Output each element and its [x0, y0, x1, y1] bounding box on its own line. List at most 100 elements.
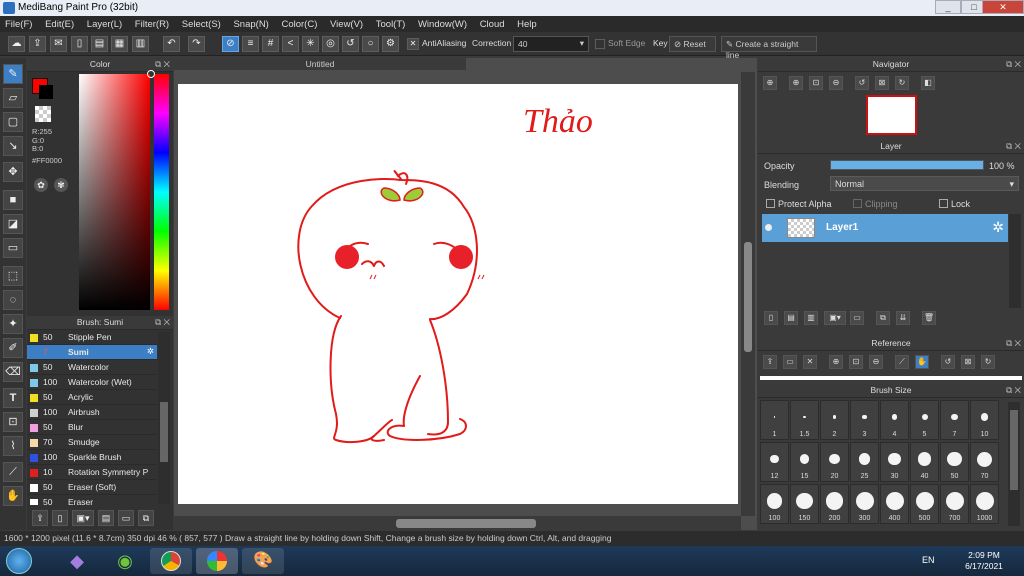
brush-size-cell[interactable]: 15: [790, 442, 819, 482]
brush-size-cell[interactable]: 4: [880, 400, 909, 440]
menu-snap[interactable]: Snap(N): [228, 16, 273, 30]
brush-size-cell[interactable]: 200: [820, 484, 849, 524]
panel-close-icon[interactable]: ⧉ ✕: [1006, 140, 1021, 153]
dot-tool-icon[interactable]: ▢: [3, 112, 23, 132]
move-tool-icon[interactable]: ✥: [3, 162, 23, 182]
language-indicator[interactable]: EN: [922, 555, 935, 565]
menu-filter[interactable]: Filter(R): [130, 16, 174, 30]
brush-size-cell[interactable]: 25: [850, 442, 879, 482]
upload-icon[interactable]: ⇪: [763, 355, 777, 369]
cloud-icon[interactable]: ☁: [8, 36, 25, 52]
brush-size-cell[interactable]: 1000: [970, 484, 999, 524]
vertical-scrollbar[interactable]: [741, 72, 755, 516]
rotate-right-icon[interactable]: ↻: [981, 355, 995, 369]
magic-wand-tool-icon[interactable]: ✦: [3, 314, 23, 334]
eraser-tool-icon[interactable]: ▱: [3, 88, 23, 108]
parallel-snap-icon[interactable]: ≡: [242, 36, 259, 52]
fit-icon[interactable]: ⊡: [809, 76, 823, 90]
select-pen-tool-icon[interactable]: ✐: [3, 338, 23, 358]
saturation-value-picker[interactable]: [79, 74, 150, 310]
brush-list-scrollbar[interactable]: [158, 332, 170, 504]
start-button[interactable]: [6, 548, 32, 574]
visual-studio-icon[interactable]: ◆: [56, 548, 98, 574]
new-brush-icon[interactable]: ▯: [52, 510, 68, 526]
rotate-right-icon[interactable]: ↻: [895, 76, 909, 90]
reset-rotation-icon[interactable]: ⊠: [961, 355, 975, 369]
zoom-out-icon[interactable]: ⊖: [829, 76, 843, 90]
brush-size-cell[interactable]: 400: [880, 484, 909, 524]
bucket-tool-icon[interactable]: ◪: [3, 214, 23, 234]
brush-size-cell[interactable]: 150: [790, 484, 819, 524]
perspective-snap-icon[interactable]: <: [282, 36, 299, 52]
snap-off-icon[interactable]: ⊘: [222, 36, 239, 52]
delete-layer-icon[interactable]: 🗑: [922, 311, 936, 325]
panel-close-icon[interactable]: ⧉ ✕: [1006, 337, 1021, 350]
export-icon[interactable]: ▦: [111, 36, 128, 52]
fit-icon[interactable]: ⊡: [849, 355, 863, 369]
brush-size-cell[interactable]: 1.5: [790, 400, 819, 440]
brush-item[interactable]: 7 Sumi ✲: [27, 345, 157, 360]
menu-tool[interactable]: Tool(T): [371, 16, 411, 30]
opacity-slider[interactable]: [830, 160, 984, 170]
brush-size-cell[interactable]: 500: [910, 484, 939, 524]
lock-checkbox[interactable]: [939, 199, 948, 208]
brush-settings-icon[interactable]: ✲: [147, 346, 154, 357]
menu-view[interactable]: View(V): [325, 16, 368, 30]
save-icon[interactable]: ▤: [91, 36, 108, 52]
rotate-left-icon[interactable]: ↺: [941, 355, 955, 369]
lasso-tool-icon[interactable]: ◌: [3, 290, 23, 310]
brush-item[interactable]: 50 Stipple Pen: [27, 330, 157, 345]
brush-size-cell[interactable]: 70: [970, 442, 999, 482]
menu-cloud[interactable]: Cloud: [475, 16, 510, 30]
scrollbar-thumb[interactable]: [160, 402, 168, 462]
clipping-checkbox[interactable]: [853, 199, 862, 208]
brush-size-cell[interactable]: 30: [880, 442, 909, 482]
panel-close-icon[interactable]: ⧉ ✕: [155, 58, 170, 71]
close-button[interactable]: ✕: [982, 0, 1024, 14]
zoom-in-icon[interactable]: ⊕: [763, 76, 777, 90]
brush-size-cell[interactable]: 50: [940, 442, 969, 482]
gradient-tool-icon[interactable]: ▭: [3, 238, 23, 258]
add-brush-icon[interactable]: ⇪: [32, 510, 48, 526]
brush-item[interactable]: 50 Blur: [27, 420, 157, 435]
share-icon[interactable]: ⇪: [29, 36, 46, 52]
fill-tool-icon[interactable]: ■: [3, 190, 23, 210]
menu-layer[interactable]: Layer(L): [82, 16, 127, 30]
scrollbar-thumb[interactable]: [1010, 410, 1018, 490]
add-layer-menu-icon[interactable]: ▣▾: [824, 311, 846, 325]
brush-size-cell[interactable]: 300: [850, 484, 879, 524]
transparent-swatch[interactable]: [35, 106, 51, 122]
brush-item[interactable]: 10 Rotation Symmetry P: [27, 465, 157, 480]
hand-icon[interactable]: ✋: [915, 355, 929, 369]
brush-item[interactable]: 50 Eraser: [27, 495, 157, 505]
folder-icon[interactable]: ▭: [850, 311, 864, 325]
brush-size-cell[interactable]: 1: [760, 400, 789, 440]
menu-edit[interactable]: Edit(E): [40, 16, 79, 30]
grid-snap-icon[interactable]: #: [262, 36, 279, 52]
layer-scrollbar[interactable]: [1009, 214, 1021, 308]
comment-icon[interactable]: ✉: [50, 36, 67, 52]
new-file-icon[interactable]: ▯: [71, 36, 88, 52]
reset-rotation-icon[interactable]: ⊠: [875, 76, 889, 90]
protect-alpha-checkbox[interactable]: [766, 199, 775, 208]
duplicate-layer-icon[interactable]: ⧉: [876, 311, 890, 325]
copy-brush-icon[interactable]: ▤: [98, 510, 114, 526]
eyedropper-icon[interactable]: ⟋: [3, 462, 23, 482]
layer-settings-icon[interactable]: ✲: [992, 219, 1004, 236]
medibang-task-icon[interactable]: [196, 548, 238, 574]
eyedropper-tool-icon[interactable]: ⌇: [3, 436, 23, 456]
minimize-button[interactable]: _: [935, 0, 961, 14]
color-picker-icon[interactable]: ✾: [54, 178, 68, 192]
blending-select[interactable]: Normal ▾: [830, 176, 1019, 191]
visibility-icon[interactable]: [765, 224, 772, 231]
tab-untitled[interactable]: Untitled: [174, 58, 466, 70]
concentric-snap-icon[interactable]: ◎: [322, 36, 339, 52]
chrome-icon[interactable]: [150, 548, 192, 574]
palette-icon[interactable]: ✿: [34, 178, 48, 192]
create-straight-line-button[interactable]: ✎ Create a straight line: [721, 36, 817, 60]
undo-icon[interactable]: ↶: [163, 36, 180, 52]
close-reference-icon[interactable]: ✕: [803, 355, 817, 369]
brush-size-cell[interactable]: 10: [970, 400, 999, 440]
select-eraser-tool-icon[interactable]: ⌫: [3, 362, 23, 382]
text-tool-icon[interactable]: T: [3, 388, 23, 408]
